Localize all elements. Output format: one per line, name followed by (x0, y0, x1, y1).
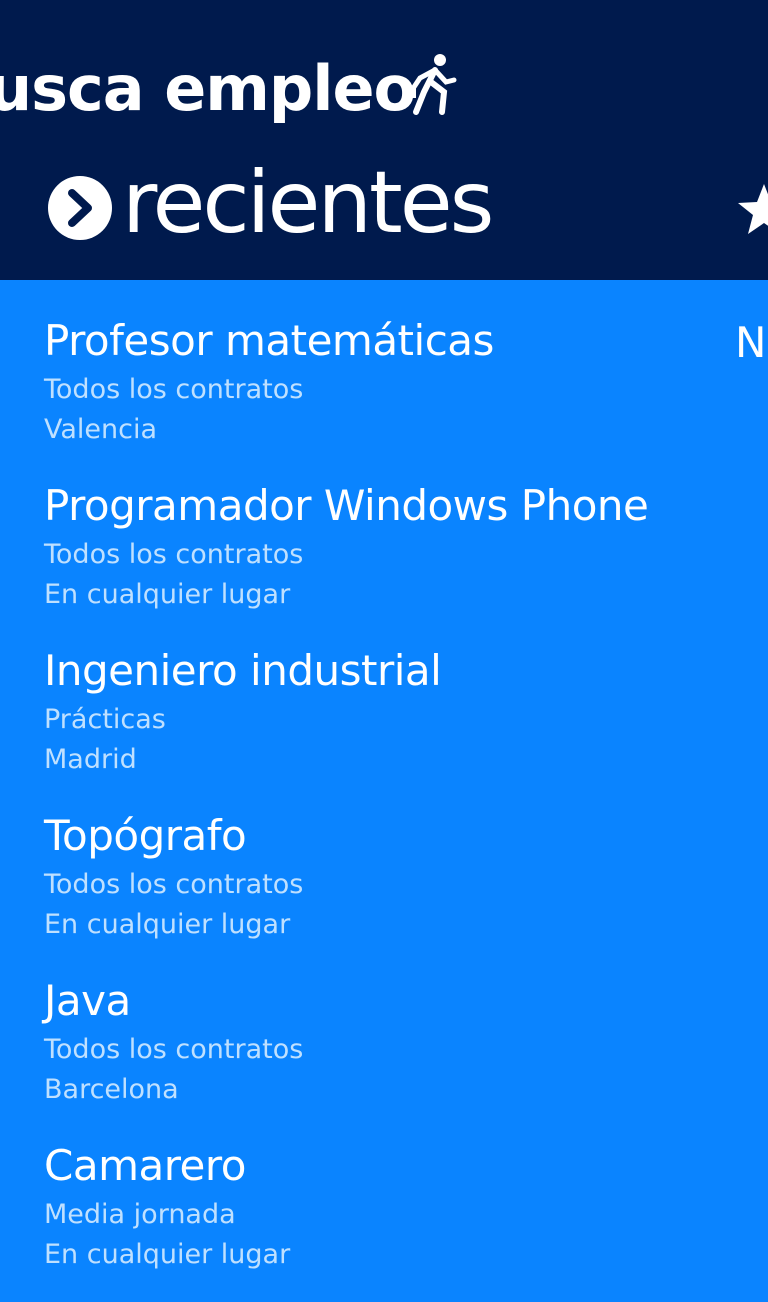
list-item[interactable]: Camarero Media jornada En cualquier luga… (44, 1137, 724, 1302)
search-title: Java (44, 976, 131, 1025)
recent-searches-list: Profesor matemáticas Todos los contratos… (44, 312, 724, 1302)
search-title: Programador Windows Phone (44, 481, 649, 530)
pivot-title[interactable]: recientes (122, 148, 494, 258)
walking-person-icon (404, 54, 457, 115)
search-title: Profesor matemáticas (44, 316, 494, 365)
search-location: En cualquier lugar (44, 909, 291, 940)
chevron-right-circle-icon[interactable] (47, 175, 113, 241)
search-location: Valencia (44, 414, 158, 445)
search-location: En cualquier lugar (44, 1239, 291, 1270)
search-location: Madrid (44, 744, 137, 775)
list-item[interactable]: Profesor matemáticas Todos los contratos… (44, 312, 724, 477)
list-item[interactable]: Java Todos los contratos Barcelona (44, 972, 724, 1137)
search-title: Ingeniero industrial (44, 646, 442, 695)
app-header: usca empleo recientes (0, 0, 768, 280)
search-contract: Todos los contratos (44, 539, 304, 570)
search-location: Barcelona (44, 1074, 179, 1105)
search-title: Topógrafo (44, 811, 247, 860)
search-contract: Todos los contratos (44, 374, 304, 405)
list-item[interactable]: Programador Windows Phone Todos los cont… (44, 477, 724, 642)
search-contract: Media jornada (44, 1199, 236, 1230)
search-title: Camarero (44, 1141, 246, 1190)
list-item[interactable]: Ingeniero industrial Prácticas Madrid (44, 642, 724, 807)
app-title: usca empleo (0, 52, 416, 125)
search-contract: Todos los contratos (44, 1034, 304, 1065)
search-contract: Prácticas (44, 704, 166, 735)
list-item[interactable]: Topógrafo Todos los contratos En cualqui… (44, 807, 724, 972)
search-location: En cualquier lugar (44, 579, 291, 610)
star-icon[interactable] (736, 182, 768, 238)
next-pivot-peek[interactable]: N (735, 318, 766, 368)
search-contract: Todos los contratos (44, 869, 304, 900)
